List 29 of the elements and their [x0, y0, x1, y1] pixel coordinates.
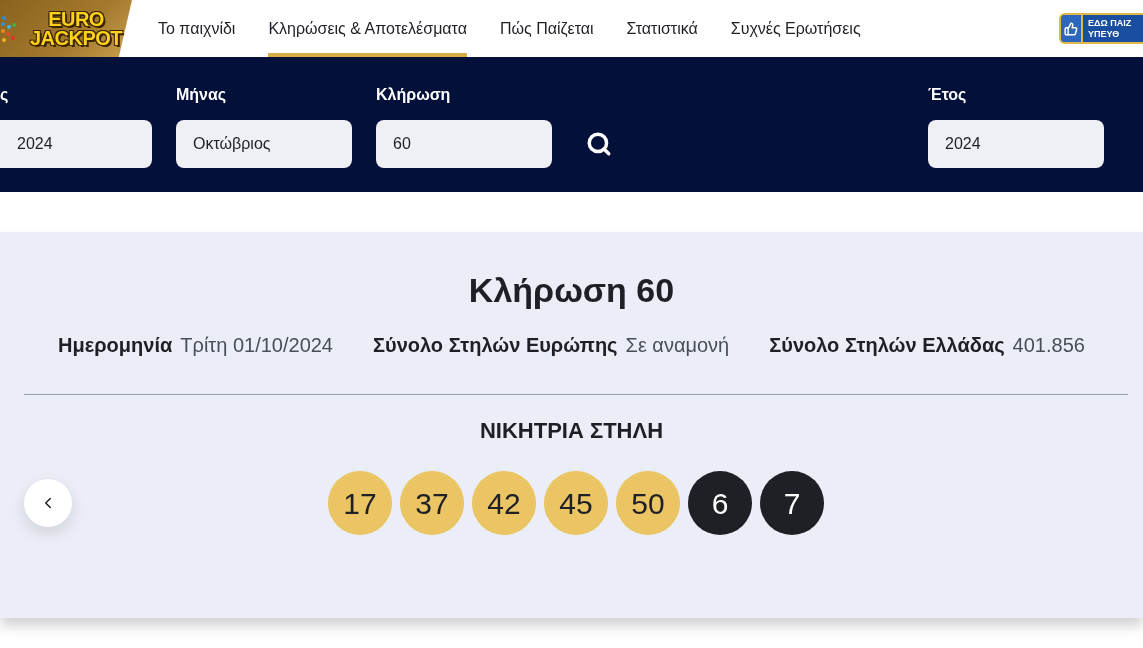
nav-link[interactable]: Πώς Παίζεται	[499, 0, 594, 57]
responsible-gaming-badge[interactable]: ΕΔΩ ΠΑΙΖ ΥΠΕΥΘ	[1059, 13, 1143, 44]
detail-label: Ημερομηνία	[58, 333, 173, 358]
nav-link[interactable]: Το παιχνίδι	[158, 0, 236, 57]
star-dots-icon	[0, 14, 16, 43]
badge-text: ΥΠΕΥΘ	[1088, 28, 1121, 40]
select-field[interactable]: 2024	[0, 120, 152, 168]
logo-text: EURO	[48, 9, 104, 29]
field-label: Μήνας	[176, 85, 228, 105]
field-label: ς	[0, 85, 10, 105]
select-field[interactable]: Οκτώβριος	[176, 120, 352, 168]
badge-text: ΕΔΩ ΠΑΙΖ	[1088, 17, 1132, 29]
search-button[interactable]	[586, 131, 612, 157]
detail-value: 401.856	[1012, 333, 1085, 358]
nav-link[interactable]: Στατιστικά	[626, 0, 698, 57]
thumbs-up-icon	[1061, 15, 1083, 42]
winning-heading: ΝΙΚΗΤΡΙΑ ΣΤΗΛΗ	[479, 417, 664, 445]
field-label: Κλήρωση	[376, 85, 452, 105]
detail-label: Σύνολο Στηλών Ελλάδας	[769, 333, 1005, 358]
select-field[interactable]: 60	[376, 120, 552, 168]
detail-label: Σύνολο Στηλών Ευρώπης	[373, 333, 618, 358]
search-icon	[586, 131, 612, 157]
detail-value: Σε αναμονή	[625, 333, 730, 358]
field-label: Έτος	[928, 85, 968, 105]
select-field[interactable]: 2024	[928, 120, 1104, 168]
logo-text: JACKPOT	[30, 28, 123, 48]
draw-title: Κλήρωση 60	[468, 270, 675, 310]
detail-value: Τρίτη 01/10/2024	[180, 333, 333, 358]
nav-link[interactable]: Συχνές Ερωτήσεις	[730, 0, 861, 57]
